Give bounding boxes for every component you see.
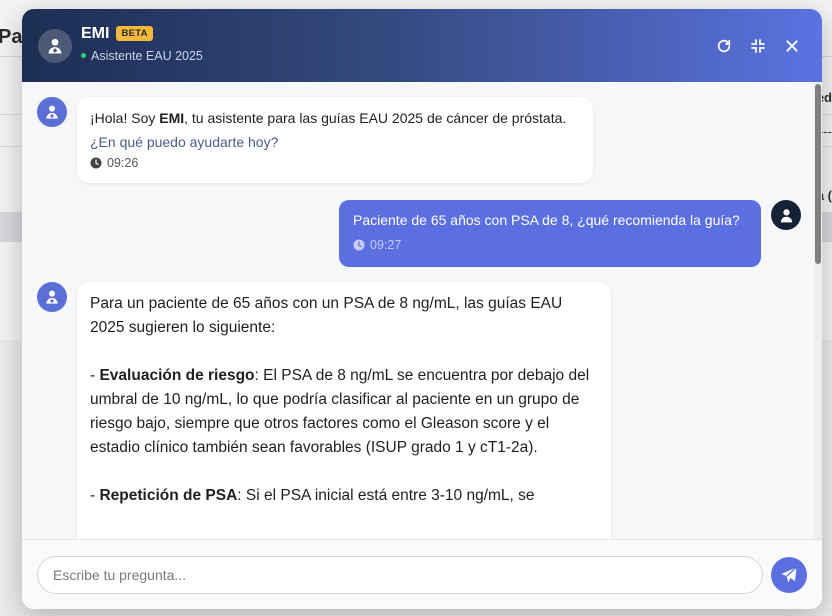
response-point: - Evaluación de riesgo: El PSA de 8 ng/m… bbox=[90, 367, 590, 456]
chat-title: EMI bbox=[81, 24, 110, 42]
chat-subtitle: Asistente EAU 2025 bbox=[91, 48, 203, 63]
bot-message: ¡Hola! Soy EMI, tu asistente para las gu… bbox=[77, 97, 593, 183]
message-timestamp: 09:26 bbox=[90, 156, 580, 170]
assistant-name: EMI bbox=[159, 110, 185, 126]
minimize-button[interactable] bbox=[748, 36, 768, 56]
beta-badge: BETA bbox=[116, 26, 153, 41]
message-timestamp: 09:27 bbox=[353, 238, 747, 252]
input-bar bbox=[22, 539, 822, 609]
user-icon bbox=[780, 208, 792, 222]
doctor-icon bbox=[48, 38, 62, 53]
send-icon bbox=[781, 566, 797, 582]
doctor-icon bbox=[46, 105, 58, 119]
chat-widget: EMI BETA Asistente EAU 2025 ¡Hola! Soy E… bbox=[22, 9, 822, 609]
clock-icon bbox=[90, 157, 102, 169]
response-intro: Para un paciente de 65 años con un PSA d… bbox=[90, 295, 563, 336]
refresh-icon bbox=[717, 39, 731, 52]
scrollbar-thumb[interactable] bbox=[815, 84, 821, 264]
send-button[interactable] bbox=[771, 556, 807, 593]
refresh-button[interactable] bbox=[714, 36, 734, 56]
user-avatar bbox=[771, 200, 801, 230]
bot-avatar bbox=[37, 282, 67, 312]
message-list[interactable]: ¡Hola! Soy EMI, tu asistente para las gu… bbox=[22, 82, 822, 539]
compress-icon bbox=[751, 38, 765, 53]
doctor-icon bbox=[46, 290, 58, 304]
bot-avatar bbox=[37, 97, 67, 127]
greeting-text: ¡Hola! Soy EMI, tu asistente para las gu… bbox=[90, 110, 567, 126]
bot-message: Para un paciente de 65 años con un PSA d… bbox=[77, 282, 611, 539]
greeting-question: ¿En qué puedo ayudarte hoy? bbox=[90, 134, 279, 150]
online-status-dot bbox=[81, 53, 86, 58]
assistant-avatar bbox=[38, 28, 72, 63]
scrollbar[interactable] bbox=[814, 82, 822, 539]
user-message-text: Paciente de 65 años con PSA de 8, ¿qué r… bbox=[353, 212, 740, 228]
response-point: - Repetición de PSA: Si el PSA inicial e… bbox=[90, 487, 535, 504]
clock-icon bbox=[353, 239, 365, 251]
chat-input[interactable] bbox=[37, 555, 763, 594]
close-button[interactable] bbox=[782, 36, 802, 56]
user-message: Paciente de 65 años con PSA de 8, ¿qué r… bbox=[339, 200, 761, 267]
chat-header: EMI BETA Asistente EAU 2025 bbox=[22, 9, 822, 82]
close-icon bbox=[786, 39, 798, 52]
